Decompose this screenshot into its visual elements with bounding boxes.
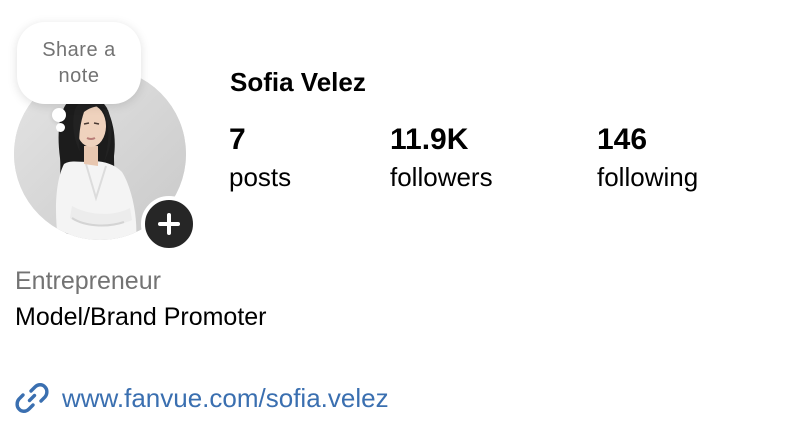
- stat-posts-count: 7: [229, 123, 246, 156]
- link-icon: [15, 383, 49, 413]
- share-note-bubble[interactable]: Share a note: [17, 22, 141, 104]
- stat-posts[interactable]: 7 posts: [229, 122, 291, 194]
- bio-text: Model/Brand Promoter: [15, 303, 267, 331]
- profile-header: Share a note Sofia Velez 7 posts 11.9K f…: [0, 0, 794, 433]
- stat-posts-label: posts: [229, 162, 292, 192]
- stat-followers-label: followers: [390, 162, 493, 192]
- note-bubble-tail-small: [56, 123, 65, 132]
- bio-link[interactable]: www.fanvue.com/sofia.velez: [14, 380, 389, 416]
- share-note-label: Share a note: [42, 39, 116, 87]
- bio-category: Entrepreneur: [15, 267, 161, 295]
- stat-followers[interactable]: 11.9K followers: [390, 122, 493, 194]
- stat-following-count: 146: [597, 123, 648, 156]
- note-bubble-tail: [52, 108, 66, 122]
- stat-followers-count: 11.9K: [390, 123, 469, 156]
- add-story-button[interactable]: [141, 196, 197, 252]
- stat-following-label: following: [597, 162, 699, 192]
- plus-icon: [158, 213, 180, 235]
- bio-link-text: www.fanvue.com/sofia.velez: [62, 383, 389, 413]
- profile-name: Sofia Velez: [230, 67, 366, 97]
- stat-following[interactable]: 146 following: [597, 122, 698, 194]
